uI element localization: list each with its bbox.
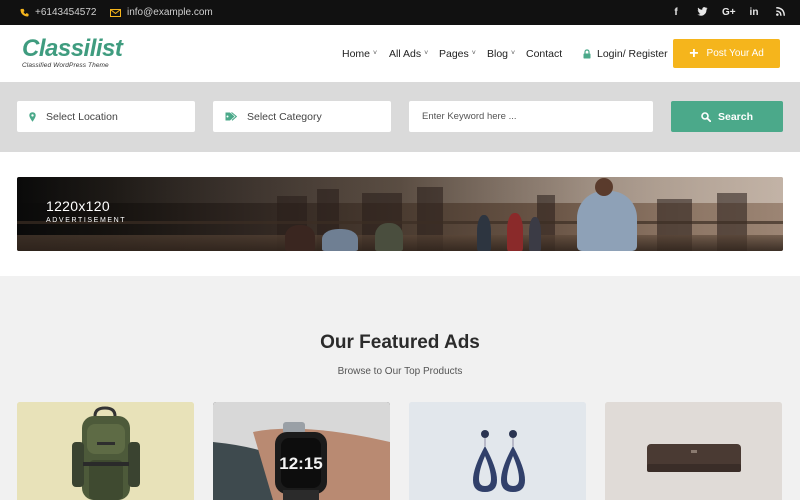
- search-icon: [701, 111, 711, 122]
- product-card-air-conditioner[interactable]: [605, 402, 782, 500]
- nav-item-pages[interactable]: Pages ˅: [439, 48, 476, 60]
- top-bar: +6143454572 info@example.com f G+ in: [0, 0, 800, 25]
- nav-label: Home: [342, 47, 371, 60]
- banner-text: 1220x120 ADVERTISEMENT: [46, 198, 127, 225]
- main-nav-all-ads: All Ads ˅: [389, 25, 428, 82]
- chevron-down-icon: ˅: [471, 50, 476, 57]
- search-button[interactable]: Search: [671, 101, 783, 132]
- social-links: f G+ in: [670, 0, 786, 25]
- banner-person-head: [595, 178, 613, 196]
- phone-icon: [20, 8, 29, 17]
- nav-item-all-ads[interactable]: All Ads ˅: [389, 48, 428, 60]
- banner-person: [477, 215, 491, 251]
- backpack-image: [17, 402, 194, 500]
- login-area: Login/ Register: [583, 25, 668, 82]
- smartwatch-image: 12:15: [213, 402, 390, 500]
- location-label: Select Location: [46, 110, 118, 123]
- search-bar: Select Location Select Category Search: [0, 82, 800, 152]
- chevron-down-icon: ˅: [373, 50, 378, 57]
- product-card-earrings[interactable]: [409, 402, 586, 500]
- email-address: info@example.com: [127, 7, 213, 18]
- banner-person: [375, 223, 403, 251]
- login-register-link[interactable]: Login/ Register: [583, 48, 668, 60]
- phone-contact[interactable]: +6143454572: [20, 0, 96, 25]
- earrings-image: [409, 402, 586, 500]
- login-label: Login/ Register: [597, 47, 668, 60]
- nav-item-contact[interactable]: Contact: [526, 48, 562, 60]
- nav-label: Contact: [526, 47, 563, 60]
- banner-person: [577, 191, 637, 251]
- keyword-field[interactable]: [409, 101, 653, 132]
- product-card-backpack[interactable]: [17, 402, 194, 500]
- plus-icon: +: [689, 44, 699, 62]
- nav-label: Blog: [487, 47, 509, 60]
- map-pin-icon: [29, 111, 36, 122]
- twitter-icon[interactable]: [696, 6, 708, 19]
- tags-icon: [225, 112, 237, 121]
- location-select[interactable]: Select Location: [17, 101, 195, 132]
- site-header: Classilist Classified WordPress Theme Ho…: [0, 25, 800, 82]
- envelope-icon: [110, 8, 121, 17]
- featured-subtitle: Browse to Our Top Products: [337, 366, 463, 377]
- banner-person: [529, 217, 541, 251]
- banner-person: [322, 229, 358, 251]
- nav-item-blog[interactable]: Blog ˅: [487, 48, 515, 60]
- logo-tagline: Classified WordPress Theme: [22, 62, 109, 69]
- post-your-ad-button[interactable]: + Post Your Ad: [673, 39, 780, 68]
- product-card-smartwatch[interactable]: 12:15: [213, 402, 390, 500]
- nav-label: Pages: [439, 47, 469, 60]
- main-nav-blog: Blog ˅: [487, 25, 515, 82]
- watch-time: 12:15: [279, 454, 322, 473]
- main-nav-contact: Contact: [526, 25, 562, 82]
- site-logo[interactable]: Classilist Classified WordPress Theme: [22, 35, 123, 70]
- lock-icon: [583, 48, 591, 58]
- phone-number: +6143454572: [35, 7, 97, 18]
- main-nav: Home ˅: [342, 25, 377, 82]
- chevron-down-icon: ˅: [511, 50, 516, 57]
- rss-icon[interactable]: [774, 6, 786, 19]
- ad-banner-section: 1220x120 ADVERTISEMENT: [0, 152, 800, 276]
- facebook-icon[interactable]: f: [670, 7, 682, 18]
- featured-title: Our Featured Ads: [320, 332, 480, 353]
- banner-person: [507, 213, 523, 251]
- banner-label: ADVERTISEMENT: [46, 217, 127, 224]
- advertisement-banner[interactable]: 1220x120 ADVERTISEMENT: [17, 177, 783, 251]
- chevron-down-icon: ˅: [424, 50, 429, 57]
- linkedin-icon[interactable]: in: [748, 7, 760, 18]
- nav-item-home[interactable]: Home ˅: [342, 48, 377, 60]
- keyword-input[interactable]: [409, 111, 653, 122]
- main-nav-pages: Pages ˅: [439, 25, 476, 82]
- google-plus-icon[interactable]: G+: [722, 7, 736, 18]
- banner-size: 1220x120: [46, 198, 110, 214]
- email-contact[interactable]: info@example.com: [110, 0, 213, 25]
- banner-bridge-rail: [17, 221, 783, 224]
- search-button-label: Search: [717, 110, 754, 123]
- nav-label: All Ads: [389, 47, 422, 60]
- post-ad-label: Post Your Ad: [706, 48, 764, 59]
- air-conditioner-image: [605, 402, 782, 500]
- logo-name: Classilist: [22, 35, 123, 62]
- category-label: Select Category: [247, 110, 322, 123]
- banner-person: [285, 225, 315, 251]
- category-select[interactable]: Select Category: [213, 101, 391, 132]
